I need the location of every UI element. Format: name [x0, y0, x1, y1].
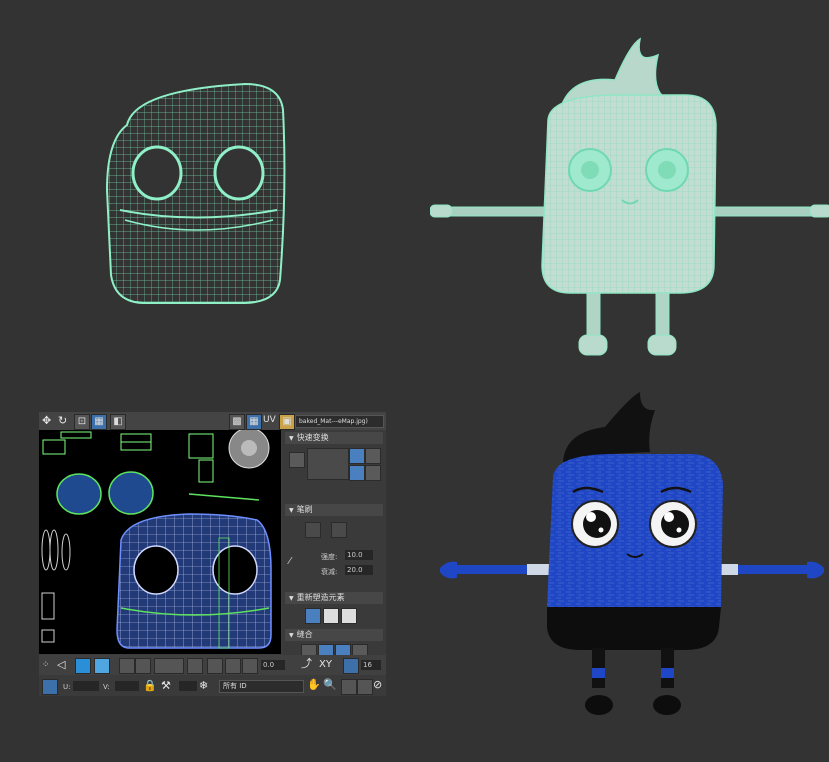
frame-icon[interactable] — [357, 679, 373, 695]
space-icon[interactable] — [365, 465, 381, 481]
zoom-icon[interactable]: 🔍 — [323, 678, 337, 692]
relax-brush-icon[interactable] — [331, 522, 347, 538]
uv-shell-left-eye — [56, 473, 102, 515]
polygon-mode-icon[interactable] — [75, 658, 91, 674]
angle-spinner[interactable]: 0.0 — [261, 660, 285, 670]
uv-shell-right-eye — [108, 471, 154, 515]
pack-normalize-icon[interactable] — [323, 608, 339, 624]
paint-icon[interactable]: ⚒ — [161, 679, 171, 693]
freeform-icon[interactable]: ▦ — [91, 414, 107, 430]
straighten-icon[interactable] — [307, 448, 349, 480]
uv-canvas[interactable] — [39, 430, 281, 654]
element-mode-icon[interactable] — [94, 658, 110, 674]
strength-label: 强度: — [321, 553, 338, 561]
u-field[interactable] — [73, 681, 99, 691]
mirror-icon[interactable]: ◧ — [110, 414, 126, 430]
lock-icon[interactable]: 🔒 — [143, 679, 157, 693]
curve-icon[interactable]: ⤴ — [301, 657, 312, 671]
v-field[interactable] — [115, 681, 139, 691]
texture-dropdown[interactable]: baked_Mat---eMap.jpg) — [295, 415, 384, 428]
snowflake-icon[interactable]: ❄ — [199, 679, 208, 693]
left-eye-socket — [131, 145, 183, 201]
axis-label[interactable]: XY — [319, 659, 332, 670]
snap-toggle-icon[interactable]: ⊘ — [373, 678, 382, 692]
rollout-brush[interactable]: ▼ 笔刷 — [285, 504, 383, 516]
grid-icon[interactable]: ▦ — [246, 414, 262, 430]
slash-icon: ⁄ — [289, 556, 291, 567]
rotate-icon[interactable]: ↻ — [58, 414, 67, 428]
absolute-mode-icon[interactable] — [42, 679, 58, 695]
rollout-stitch[interactable]: ▼ 缝合 — [285, 629, 383, 641]
uv-editor-window: ✥ ↻ ⊡ ▦ ◧ ▩ ▦ UV ▣ baked_Mat---eMap.jpg) — [39, 412, 386, 696]
right-eye-socket — [213, 145, 265, 201]
snap-icon[interactable] — [242, 658, 258, 674]
loop-select-icon[interactable] — [154, 658, 184, 674]
character-wireframe-viewport — [430, 37, 829, 356]
hair — [563, 392, 655, 462]
shrink-select-icon[interactable] — [135, 658, 151, 674]
uv-layout — [41, 430, 272, 649]
quick-transform-label: 快速变换 — [296, 433, 329, 442]
move-icon[interactable]: ✥ — [42, 414, 51, 428]
strength-spinner[interactable]: 10.0 — [345, 550, 373, 560]
texture-icon[interactable]: ▣ — [279, 414, 295, 430]
uv-mode-label[interactable]: UV — [263, 415, 276, 425]
grid-snap-icon[interactable] — [343, 658, 359, 674]
rearrange-label: 重新塑造元素 — [296, 593, 345, 602]
paint-brush-icon[interactable] — [305, 522, 321, 538]
right-arm-mesh — [714, 206, 816, 217]
uv-tool-panel: ▼ 快速变换 ▼ 笔刷 ⁄ 强度: 10.0 衰减: 20.0 ▼ 重新塑造元素 ▼ 缝… — [283, 430, 386, 674]
textured-character-viewport — [440, 392, 824, 715]
body-bottom — [547, 607, 721, 650]
brush-label: 笔刷 — [296, 505, 313, 514]
rotate-back-icon[interactable] — [349, 465, 365, 481]
falloff-spinner[interactable]: 20.0 — [345, 565, 373, 575]
rollout-quick-transform[interactable]: ▼ 快速变换 — [285, 432, 383, 444]
v-label: V: — [103, 683, 110, 691]
left-arm-mesh — [447, 206, 549, 217]
uv-bottom-toolbar: ⁘ ◁ 0.0 ⤴ XY 16 — [39, 655, 386, 675]
align-icon[interactable] — [289, 452, 305, 468]
ring-select-icon[interactable] — [187, 658, 203, 674]
falloff-label: 衰减: — [321, 568, 338, 576]
pivot-icon[interactable] — [207, 658, 223, 674]
checker-icon[interactable]: ▩ — [229, 414, 245, 430]
zoom-region-icon[interactable] — [341, 679, 357, 695]
align-u-icon[interactable] — [225, 658, 241, 674]
grow-select-icon[interactable] — [119, 658, 135, 674]
pack-custom-icon[interactable] — [341, 608, 357, 624]
rollout-rearrange[interactable]: ▼ 重新塑造元素 — [285, 592, 383, 604]
uv-editor-top-toolbar: ✥ ↻ ⊡ ▦ ◧ ▩ ▦ UV ▣ baked_Mat---eMap.jpg) — [39, 412, 386, 430]
pack-icon[interactable] — [305, 608, 321, 624]
vertex-mode-icon[interactable]: ⁘ — [42, 658, 50, 672]
uv-status-bar: U: V: 🔒 ⚒ ❄ 所有 ID ✋ 🔍 ⊘ — [39, 675, 386, 696]
stitch-label: 缝合 — [296, 630, 313, 639]
head-wireframe-viewport — [105, 82, 286, 304]
rotate-90-icon[interactable] — [349, 448, 365, 464]
hand-icon[interactable]: ✋ — [307, 678, 321, 692]
selection-dropdown[interactable]: 所有 ID — [219, 680, 304, 693]
grid-spinner[interactable]: 16 — [361, 660, 381, 670]
w-field[interactable] — [179, 681, 197, 691]
u-label: U: — [63, 683, 71, 691]
edge-mode-icon[interactable]: ◁ — [57, 658, 65, 672]
flip-icon[interactable] — [365, 448, 381, 464]
scale-icon[interactable]: ⊡ — [74, 414, 90, 430]
